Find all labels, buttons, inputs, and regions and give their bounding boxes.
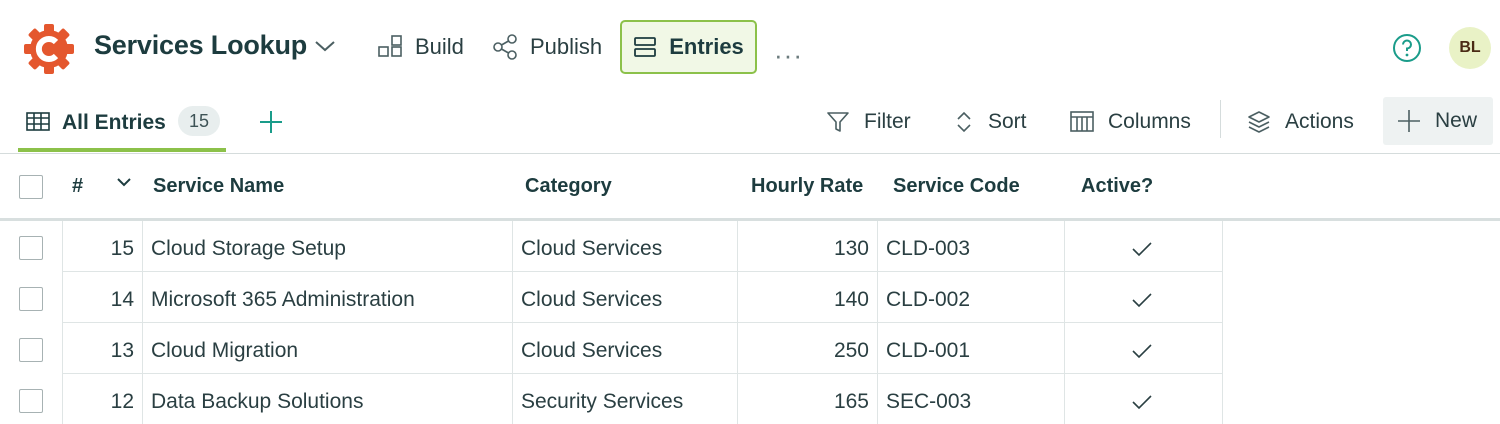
top-bar: Services Lookup Build Publish Entries ··… (0, 0, 1500, 95)
service-code-cell[interactable]: CLD-002 (886, 274, 970, 325)
entries-count-badge: 15 (178, 106, 220, 136)
tab-all-entries-label: All Entries (62, 111, 166, 134)
column-header-service-name[interactable]: Service Name (153, 154, 284, 218)
service-name-cell[interactable]: Data Backup Solutions (151, 376, 363, 424)
checkmark-icon (1132, 394, 1152, 409)
row-checkbox[interactable] (19, 389, 43, 413)
service-name-cell[interactable]: Microsoft 365 Administration (151, 274, 415, 325)
table-row[interactable]: 12 Data Backup Solutions Security Servic… (0, 376, 1500, 424)
column-header-active[interactable]: Active? (1081, 154, 1153, 218)
hourly-rate-cell[interactable]: 130 (737, 223, 869, 274)
service-code-cell[interactable]: CLD-001 (886, 325, 970, 376)
entries-rows-icon (634, 37, 657, 57)
active-tab-indicator (18, 148, 226, 152)
category-cell[interactable]: Cloud Services (521, 325, 662, 376)
column-header-service-code[interactable]: Service Code (893, 154, 1020, 218)
app-title[interactable]: Services Lookup (94, 30, 307, 61)
hourly-rate-cell[interactable]: 165 (737, 376, 869, 424)
toolbar-divider (1220, 100, 1221, 138)
filter-button[interactable]: Filter (826, 104, 911, 140)
active-cell[interactable] (1132, 223, 1152, 274)
hourly-rate-cell[interactable]: 140 (737, 274, 869, 325)
hourly-rate-cell[interactable]: 250 (737, 325, 869, 376)
share-nodes-icon (493, 34, 517, 60)
column-header-category[interactable]: Category (525, 154, 612, 218)
sort-icon (957, 111, 971, 133)
table-grid-icon (26, 112, 50, 131)
layers-icon (1248, 111, 1270, 133)
chevron-down-icon[interactable] (314, 38, 336, 54)
table-row[interactable]: 13 Cloud Migration Cloud Services 250 CL… (0, 325, 1500, 376)
row-checkbox[interactable] (19, 236, 43, 260)
category-cell[interactable]: Security Services (521, 376, 683, 424)
add-view-icon[interactable] (257, 108, 285, 136)
app-logo-icon[interactable] (22, 22, 76, 76)
nav-entries-label: Entries (669, 34, 744, 59)
new-entry-button[interactable]: New (1383, 97, 1493, 145)
row-id: 15 (110, 236, 134, 260)
column-header-id[interactable]: # (72, 154, 83, 218)
build-blocks-icon (378, 35, 402, 57)
sort-label: Sort (988, 110, 1027, 133)
columns-button[interactable]: Columns (1070, 104, 1191, 140)
header-divider (0, 218, 1500, 221)
table-row[interactable]: 15 Cloud Storage Setup Cloud Services 13… (0, 223, 1500, 274)
help-icon[interactable] (1392, 33, 1422, 63)
nav-build-label: Build (415, 34, 464, 59)
service-name-cell[interactable]: Cloud Storage Setup (151, 223, 346, 274)
new-entry-label: New (1435, 109, 1478, 132)
active-cell[interactable] (1132, 376, 1152, 424)
table-header: # Service Name Category Hourly Rate Serv… (0, 154, 1500, 218)
filter-label: Filter (864, 110, 911, 133)
checkmark-icon (1132, 343, 1152, 358)
row-checkbox[interactable] (19, 338, 43, 362)
row-id: 14 (110, 287, 134, 311)
columns-icon (1070, 111, 1094, 132)
active-cell[interactable] (1132, 274, 1152, 325)
tab-all-entries[interactable]: All Entries 15 (18, 98, 226, 152)
category-cell[interactable]: Cloud Services (521, 274, 662, 325)
columns-label: Columns (1108, 110, 1191, 133)
actions-button[interactable]: Actions (1247, 104, 1354, 140)
nav-entries-button[interactable]: Entries (620, 20, 757, 74)
sort-descending-chevron-icon[interactable] (116, 176, 132, 188)
row-id: 12 (110, 389, 134, 413)
service-code-cell[interactable]: CLD-003 (886, 223, 970, 274)
category-cell[interactable]: Cloud Services (521, 223, 662, 274)
row-id: 13 (110, 338, 134, 362)
actions-label: Actions (1285, 110, 1354, 133)
table-row[interactable]: 14 Microsoft 365 Administration Cloud Se… (0, 274, 1500, 325)
sort-button[interactable]: Sort (954, 104, 1027, 140)
select-all-checkbox[interactable] (19, 175, 43, 199)
service-name-cell[interactable]: Cloud Migration (151, 325, 298, 376)
filter-icon (827, 112, 849, 132)
row-checkbox[interactable] (19, 287, 43, 311)
nav-build-button[interactable]: Build (377, 20, 464, 74)
service-code-cell[interactable]: SEC-003 (886, 376, 971, 424)
nav-publish-button[interactable]: Publish (492, 20, 602, 74)
active-cell[interactable] (1132, 325, 1152, 376)
user-avatar[interactable]: BL (1449, 27, 1491, 69)
plus-icon (1398, 110, 1420, 132)
checkmark-icon (1132, 292, 1152, 307)
nav-publish-label: Publish (530, 34, 603, 59)
more-options-icon[interactable]: ··· (774, 28, 803, 82)
column-header-hourly-rate[interactable]: Hourly Rate (751, 154, 863, 218)
checkmark-icon (1132, 241, 1152, 256)
